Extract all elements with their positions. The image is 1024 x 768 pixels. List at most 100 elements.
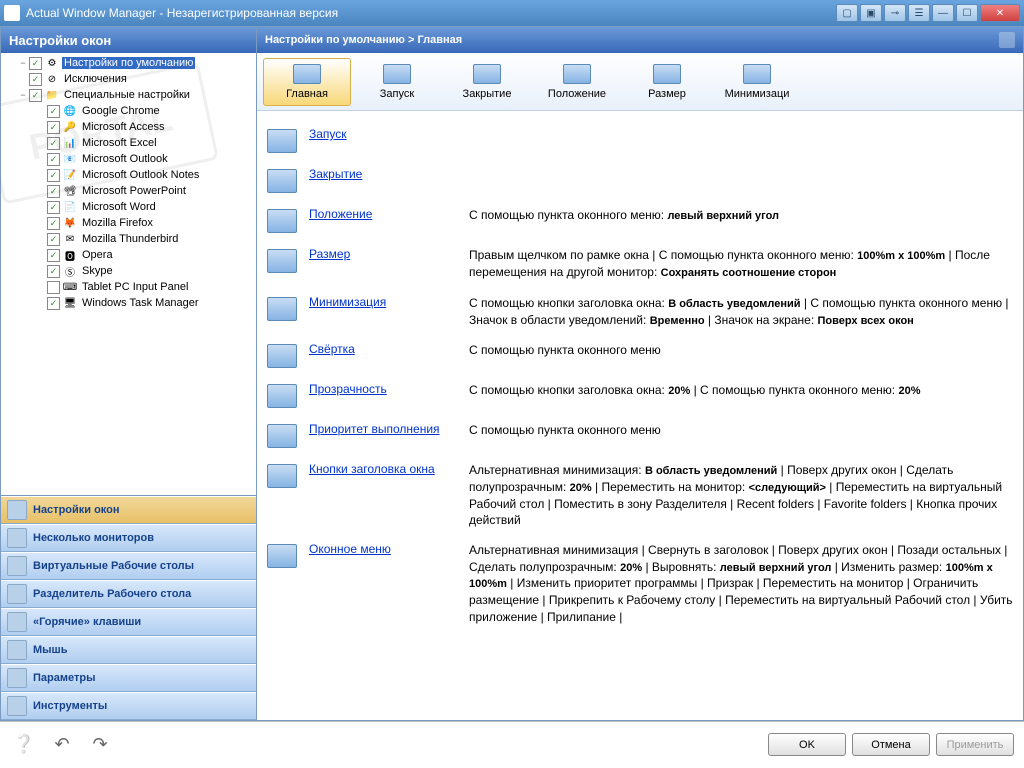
toolbar-tab[interactable]: Запуск [353, 58, 441, 106]
tab-icon [743, 64, 771, 84]
tree-item[interactable]: ✓📽Microsoft PowerPoint [1, 183, 256, 199]
checkbox[interactable]: ✓ [47, 233, 60, 246]
custom-btn-3[interactable]: ⊸ [884, 4, 906, 22]
checkbox[interactable]: ✓ [47, 137, 60, 150]
section-link[interactable]: Закрытие [309, 167, 362, 181]
section-description: Альтернативная минимизация | Свернуть в … [469, 542, 1013, 624]
tree-item[interactable]: ✓✉Mozilla Thunderbird [1, 231, 256, 247]
redo-icon[interactable]: ↷ [86, 731, 114, 759]
checkbox[interactable]: ✓ [47, 249, 60, 262]
item-icon: 🦊 [62, 215, 78, 231]
section-link[interactable]: Оконное меню [309, 542, 391, 556]
ok-button[interactable]: OK [768, 733, 846, 756]
section-link[interactable]: Запуск [309, 127, 347, 141]
content-area[interactable]: Запуск Закрытие Положение С помощью пункта … [257, 111, 1023, 720]
item-icon: 📝 [62, 167, 78, 183]
section-link[interactable]: Положение [309, 207, 372, 221]
tree-item[interactable]: ✓🌐Google Chrome [1, 103, 256, 119]
checkbox[interactable]: ✓ [47, 201, 60, 214]
apply-button[interactable]: Применить [936, 733, 1014, 756]
cancel-button[interactable]: Отмена [852, 733, 930, 756]
section-row: Прозрачность С помощью кнопки заголовка о… [267, 382, 1013, 408]
checkbox[interactable]: ✓ [47, 265, 60, 278]
nav-label: Разделитель Рабочего стола [33, 588, 191, 600]
section-link[interactable]: Приоритет выполнения [309, 422, 440, 436]
toolbar-tab[interactable]: Положение [533, 58, 621, 106]
maximize-button[interactable]: ☐ [956, 4, 978, 22]
section-description: С помощью пункта оконного меню: левый ве… [469, 207, 1013, 224]
section-link[interactable]: Кнопки заголовка окна [309, 462, 435, 476]
checkbox[interactable]: ✓ [47, 169, 60, 182]
left-panel: Настройки окон PORTAL −✓⚙Настройки по ум… [1, 27, 257, 720]
section-link[interactable]: Минимизация [309, 295, 386, 309]
item-icon: ⚙ [44, 55, 60, 71]
breadcrumb: Настройки по умолчанию > Главная [265, 34, 462, 46]
nav-label: Настройки окон [33, 504, 120, 516]
custom-btn-4[interactable]: ☰ [908, 4, 930, 22]
checkbox[interactable]: ✓ [47, 217, 60, 230]
custom-btn-2[interactable]: ▣ [860, 4, 882, 22]
nav-button[interactable]: Настройки окон [1, 496, 256, 524]
tree-item-label: Tablet PC Input Panel [80, 281, 190, 293]
nav-icon [7, 696, 27, 716]
nav-button[interactable]: Разделитель Рабочего стола [1, 580, 256, 608]
nav-label: Инструменты [33, 700, 107, 712]
tree-item-label: Google Chrome [80, 105, 162, 117]
nav-icon [7, 612, 27, 632]
toolbar-tab[interactable]: Закрытие [443, 58, 531, 106]
tree-item-label: Microsoft Outlook Notes [80, 169, 201, 181]
item-icon: 📊 [62, 135, 78, 151]
checkbox[interactable]: ✓ [29, 73, 42, 86]
checkbox[interactable]: ✓ [29, 57, 42, 70]
toolbar-tab[interactable]: Минимизаци [713, 58, 801, 106]
tree-item[interactable]: ✓📝Microsoft Outlook Notes [1, 167, 256, 183]
section-link[interactable]: Прозрачность [309, 382, 387, 396]
nav-button[interactable]: Виртуальные Рабочие столы [1, 552, 256, 580]
nav-button[interactable]: Параметры [1, 664, 256, 692]
tree-item[interactable]: ✓📧Microsoft Outlook [1, 151, 256, 167]
section-row: Запуск [267, 127, 1013, 153]
checkbox[interactable]: ✓ [47, 153, 60, 166]
tree-item[interactable]: −✓⚙Настройки по умолчанию [1, 55, 256, 71]
nav-button[interactable]: «Горячие» клавиши [1, 608, 256, 636]
checkbox[interactable]: ✓ [47, 185, 60, 198]
tree-item[interactable]: ✓📄Microsoft Word [1, 199, 256, 215]
tree-item[interactable]: ✓ⓈSkype [1, 263, 256, 279]
custom-btn-1[interactable]: ▢ [836, 4, 858, 22]
popout-icon[interactable] [999, 32, 1015, 48]
section-description: Правым щелчком по рамке окна | С помощью… [469, 247, 1013, 281]
tree-item[interactable]: ✓⊘Исключения [1, 71, 256, 87]
checkbox[interactable]: ✓ [29, 89, 42, 102]
settings-tree[interactable]: PORTAL −✓⚙Настройки по умолчанию✓⊘Исключ… [1, 53, 256, 495]
nav-button[interactable]: Инструменты [1, 692, 256, 720]
tree-item[interactable]: ✓🔑Microsoft Access [1, 119, 256, 135]
close-button[interactable]: ✕ [980, 4, 1020, 22]
checkbox[interactable]: ✓ [47, 105, 60, 118]
toolbar-tab[interactable]: Главная [263, 58, 351, 106]
item-icon: Ⓢ [62, 263, 78, 279]
tree-item[interactable]: ✓🖥Windows Task Manager [1, 295, 256, 311]
tree-item[interactable]: −✓📁Специальные настройки [1, 87, 256, 103]
tab-icon [293, 64, 321, 84]
minimize-button[interactable]: — [932, 4, 954, 22]
tree-item[interactable]: ⌨Tablet PC Input Panel [1, 279, 256, 295]
nav-button[interactable]: Мышь [1, 636, 256, 664]
help-icon[interactable]: ❔ [10, 731, 38, 759]
tree-item[interactable]: ✓🦊Mozilla Firefox [1, 215, 256, 231]
tree-item[interactable]: ✓📊Microsoft Excel [1, 135, 256, 151]
tree-item[interactable]: ✓🅾Opera [1, 247, 256, 263]
section-link[interactable]: Размер [309, 247, 350, 261]
checkbox[interactable]: ✓ [47, 121, 60, 134]
toolbar-tab[interactable]: Размер [623, 58, 711, 106]
expand-icon[interactable]: − [17, 90, 29, 100]
checkbox[interactable] [47, 281, 60, 294]
tree-item-label: Mozilla Firefox [80, 217, 155, 229]
checkbox[interactable]: ✓ [47, 297, 60, 310]
nav-label: Мышь [33, 644, 68, 656]
undo-icon[interactable]: ↶ [48, 731, 76, 759]
nav-button[interactable]: Несколько мониторов [1, 524, 256, 552]
section-description: С помощью кнопки заголовка окна: 20% | С… [469, 382, 1013, 399]
expand-icon[interactable]: − [17, 58, 29, 68]
section-link[interactable]: Свёртка [309, 342, 355, 356]
nav-icon [7, 584, 27, 604]
